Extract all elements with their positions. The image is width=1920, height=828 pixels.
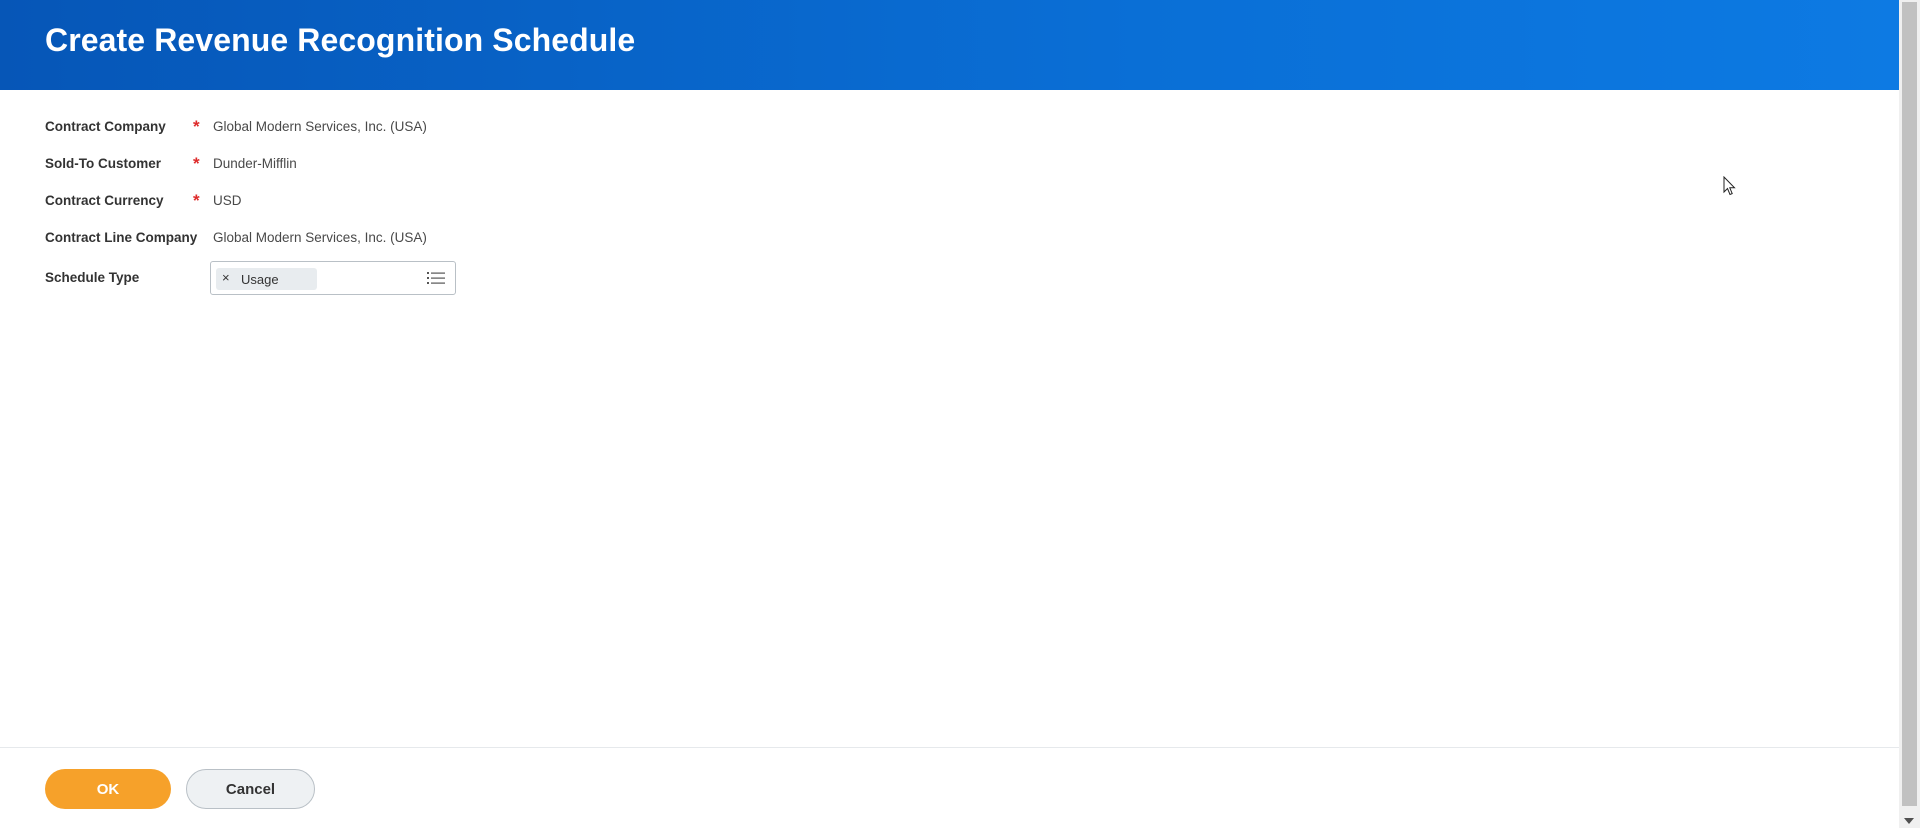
field-value: Global Modern Services, Inc. (USA) [213, 119, 427, 134]
field-label: Contract Company [45, 119, 166, 134]
scrollbar-thumb[interactable] [1902, 2, 1917, 806]
field-contract-currency: Contract Currency * USD [45, 185, 645, 222]
remove-icon[interactable]: × [222, 270, 230, 285]
required-marker: * [193, 117, 200, 136]
footer-bar: OK Cancel [0, 747, 1899, 828]
page-header: Create Revenue Recognition Schedule [0, 0, 1899, 90]
ok-button[interactable]: OK [45, 769, 171, 809]
schedule-type-prompt[interactable]: × Usage [210, 261, 456, 295]
field-label: Contract Currency [45, 193, 164, 208]
selected-pill: × Usage [216, 268, 317, 290]
field-label: Sold-To Customer [45, 156, 161, 171]
scroll-down-arrow-icon[interactable] [1904, 818, 1914, 824]
field-contract-line-company: Contract Line Company Global Modern Serv… [45, 222, 645, 259]
required-marker: * [193, 154, 200, 173]
field-value: Global Modern Services, Inc. (USA) [213, 230, 427, 245]
field-sold-to-customer: Sold-To Customer * Dunder-Mifflin [45, 148, 645, 185]
mouse-cursor-icon [1723, 175, 1737, 196]
field-value: Dunder-Mifflin [213, 156, 297, 171]
field-label: Schedule Type [45, 270, 140, 285]
vertical-scrollbar[interactable] [1899, 0, 1920, 828]
page: Create Revenue Recognition Schedule Cont… [0, 0, 1920, 828]
field-label: Contract Line Company [45, 230, 198, 245]
page-title: Create Revenue Recognition Schedule [45, 22, 636, 58]
cancel-button[interactable]: Cancel [186, 769, 315, 809]
required-marker: * [193, 191, 200, 210]
selected-value: Usage [241, 272, 279, 287]
list-icon[interactable] [427, 271, 445, 285]
field-contract-company: Contract Company * Global Modern Service… [45, 111, 645, 148]
field-value: USD [213, 193, 242, 208]
form: Contract Company * Global Modern Service… [45, 111, 645, 299]
field-schedule-type: Schedule Type × Usage [45, 259, 645, 299]
